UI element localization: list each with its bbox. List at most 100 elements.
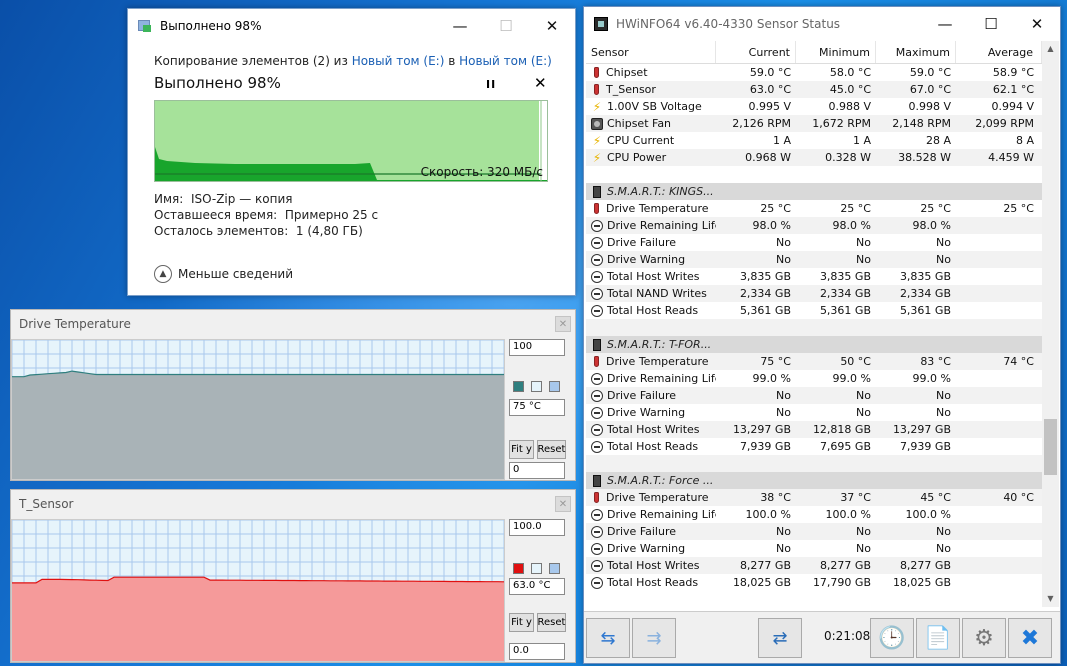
sensor-scrollbar[interactable]: ▲ ▼ [1042,41,1059,607]
table-row[interactable]: Chipset Fan 2,126 RPM 1,672 RPM 2,148 RPM 2,… [586,115,1042,132]
table-row[interactable]: Chipset 59.0 °C 58.0 °C 59.0 °C 58.9 °C [586,64,1042,81]
grid-color-swatch[interactable] [549,381,560,392]
reset-button[interactable]: Reset [537,613,566,632]
average-value: 0.994 V [991,100,1034,113]
grid-color-swatch[interactable] [549,563,560,574]
sensor-label: Drive Failure [607,236,677,249]
table-row[interactable] [586,319,1042,336]
close-sensors-icon[interactable]: ✖ [1008,618,1052,658]
settings-gear-icon[interactable]: ⚙ [962,618,1006,658]
transfer-speed-graph: Скорость: 320 МБ/с [154,100,548,182]
current-value: 1 A [772,134,791,147]
table-row[interactable]: Drive Warning No No No [586,540,1042,557]
column-average[interactable]: Average [956,41,1042,63]
table-row[interactable]: Total Host Writes 8,277 GB 8,277 GB 8,277 G… [586,557,1042,574]
sensor-name-cell: Total Host Writes [586,559,716,572]
table-row[interactable]: Drive Failure No No No [586,234,1042,251]
maximize-button[interactable]: ☐ [483,9,529,42]
minimum-value: 58.0 °C [829,66,871,79]
table-row[interactable]: Drive Remaining Life 98.0 % 98.0 % 98.0 % [586,217,1042,234]
graph-min-value: 0.0 [509,643,565,660]
reset-button[interactable]: Reset [537,440,566,459]
scroll-up-icon[interactable]: ▲ [1042,41,1059,57]
sensor-label: S.M.A.R.T.: T-FOR... [607,338,712,351]
fit-y-button[interactable]: Fit y [509,440,534,459]
scroll-down-icon[interactable]: ▼ [1042,591,1059,607]
table-row[interactable]: Drive Warning No No No [586,251,1042,268]
chevron-up-icon: ▲ [154,265,172,283]
sensor-label: CPU Current [607,134,675,147]
graph-close-button[interactable]: ✕ [555,496,571,512]
close-button[interactable]: ✕ [529,9,575,42]
table-row[interactable]: Drive Warning No No No [586,404,1042,421]
current-value: No [776,542,791,555]
column-current[interactable]: Current [716,41,796,63]
sensor-label: CPU Power [607,151,667,164]
t-sensor-graph-window: T_Sensor ✕ 100.0 63.0 °C Fit y Reset 0.0 [10,489,576,663]
current-value: 3,835 GB [739,270,791,283]
background-color-swatch[interactable] [531,563,542,574]
lightning-icon: ⚡ [592,134,602,147]
sensor-group-row[interactable]: S.M.A.R.T.: T-FOR... [586,336,1042,353]
prev-next-arrows-icon[interactable]: ⇆ [586,618,630,658]
copy-dialog-titlebar: Выполнено 98% — ☐ ✕ [128,9,575,42]
table-row[interactable]: Drive Remaining Life 100.0 % 100.0 % 100.0 … [586,506,1042,523]
maximize-button[interactable]: ☐ [968,8,1014,41]
graph-close-button[interactable]: ✕ [555,316,571,332]
maximum-value: No [936,236,951,249]
column-sensor[interactable]: Sensor [586,41,716,63]
table-row[interactable]: Drive Failure No No No [586,523,1042,540]
current-value: No [776,389,791,402]
table-row[interactable]: Total NAND Writes 2,334 GB 2,334 GB 2,334 G… [586,285,1042,302]
add-report-icon[interactable]: 📄 [916,618,960,658]
minimize-button[interactable]: — [922,8,968,41]
column-maximum[interactable]: Maximum [876,41,956,63]
drive-icon [593,338,601,351]
table-row[interactable]: Total Host Writes 13,297 GB 12,818 GB 13,29… [586,421,1042,438]
file-name-label: Имя: [154,192,184,206]
network-icon[interactable]: ⇄ [758,618,802,658]
table-row[interactable]: ⚡ 1.00V SB Voltage 0.995 V 0.988 V 0.998 V 0.… [586,98,1042,115]
background-color-swatch[interactable] [531,381,542,392]
collapse-arrows-icon[interactable]: ⇉ [632,618,676,658]
average-value: 40 °C [1003,491,1034,504]
minimize-button[interactable]: — [437,9,483,42]
table-row[interactable]: Drive Remaining Life 99.0 % 99.0 % 99.0 % [586,370,1042,387]
table-row[interactable]: Drive Temperature 75 °C 50 °C 83 °C 74 °C [586,353,1042,370]
series-area [12,577,504,661]
table-row[interactable]: Total Host Reads 18,025 GB 17,790 GB 18,025… [586,574,1042,591]
lightning-icon: ⚡ [592,151,602,164]
table-row[interactable] [586,455,1042,472]
table-row[interactable]: Total Host Writes 3,835 GB 3,835 GB 3,835 G… [586,268,1042,285]
table-row[interactable]: Drive Temperature 38 °C 37 °C 45 °C 40 °C [586,489,1042,506]
table-row[interactable]: Total Host Reads 7,939 GB 7,695 GB 7,939 GB [586,438,1042,455]
cancel-copy-button[interactable]: ✕ [534,74,547,92]
sensor-group-row[interactable]: S.M.A.R.T.: Force ... [586,472,1042,489]
sensor-label: Drive Temperature [606,202,709,215]
table-row[interactable]: Drive Failure No No No [586,387,1042,404]
table-row[interactable] [586,166,1042,183]
pause-button[interactable]: II [486,78,496,91]
less-details-toggle[interactable]: ▲ Меньше сведений [154,265,293,283]
table-row[interactable]: Total Host Reads 5,361 GB 5,361 GB 5,361 GB [586,302,1042,319]
sensor-group-row[interactable]: S.M.A.R.T.: KINGS... [586,183,1042,200]
line-color-swatch[interactable] [513,381,524,392]
column-minimum[interactable]: Minimum [796,41,876,63]
close-button[interactable]: ✕ [1014,8,1060,41]
sensor-label: Total Host Writes [607,270,700,283]
table-row[interactable]: Drive Temperature 25 °C 25 °C 25 °C 25 °C [586,200,1042,217]
table-row[interactable]: T_Sensor 63.0 °C 45.0 °C 67.0 °C 62.1 °C [586,81,1042,98]
table-row[interactable]: ⚡ CPU Current 1 A 1 A 28 A 8 A [586,132,1042,149]
minimum-value: 0.988 V [828,100,871,113]
destination-link[interactable]: Новый том (E:) [459,54,552,68]
source-link[interactable]: Новый том (E:) [352,54,445,68]
time-remaining-label: Оставшееся время: [154,208,278,222]
scroll-thumb[interactable] [1044,419,1057,475]
table-row[interactable]: ⚡ CPU Power 0.968 W 0.328 W 38.528 W 4.459 W [586,149,1042,166]
clock-icon[interactable]: 🕒 [870,618,914,658]
sensor-label: Chipset [606,66,648,79]
fit-y-button[interactable]: Fit y [509,613,534,632]
line-color-swatch[interactable] [513,563,524,574]
drive-temperature-series [12,340,504,479]
sensor-name-cell: S.M.A.R.T.: T-FOR... [586,338,716,351]
